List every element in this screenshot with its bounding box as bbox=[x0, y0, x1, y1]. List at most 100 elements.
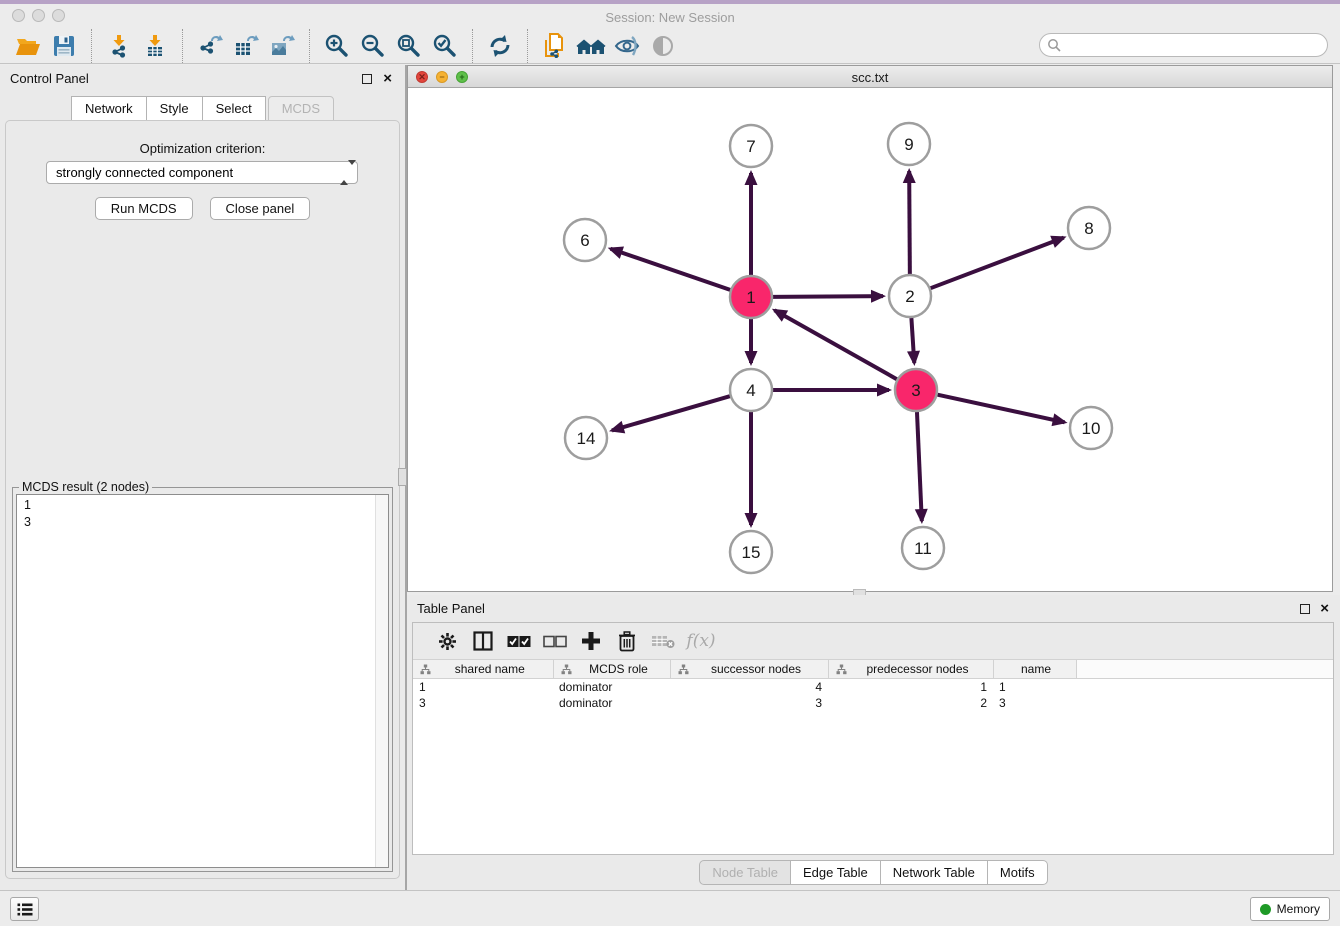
graph-node-10[interactable]: 10 bbox=[1070, 407, 1112, 449]
duplicate-network-button[interactable] bbox=[540, 31, 570, 61]
first-neighbors-button[interactable] bbox=[576, 31, 606, 61]
export-image-button[interactable] bbox=[267, 31, 297, 61]
show-graphics-details-button[interactable] bbox=[648, 31, 678, 61]
graph-edge-2-8[interactable] bbox=[931, 238, 1064, 289]
graph-edge-3-10[interactable] bbox=[937, 395, 1064, 423]
show-columns-button[interactable] bbox=[465, 626, 501, 656]
table-cell[interactable]: 1 bbox=[993, 679, 1076, 695]
table-cell[interactable]: 3 bbox=[413, 695, 553, 711]
delete-row-button[interactable] bbox=[609, 626, 645, 656]
column-header-shared-name[interactable]: shared name bbox=[413, 660, 553, 679]
hide-graphics-details-button[interactable] bbox=[612, 31, 642, 61]
graph-node-15[interactable]: 15 bbox=[730, 531, 772, 573]
svg-text:8: 8 bbox=[1084, 219, 1093, 238]
zoom-out-button[interactable] bbox=[358, 31, 388, 61]
graph-node-9[interactable]: 9 bbox=[888, 123, 930, 165]
table-cell[interactable]: dominator bbox=[553, 695, 670, 711]
titlebar[interactable]: Session: New Session bbox=[0, 4, 1340, 28]
column-header-mcds-role[interactable]: MCDS role bbox=[553, 660, 670, 679]
run-mcds-button[interactable]: Run MCDS bbox=[95, 197, 193, 220]
tab-node-table[interactable]: Node Table bbox=[699, 860, 791, 885]
graph-edge-4-14[interactable] bbox=[612, 396, 730, 430]
table-cell[interactable]: 2 bbox=[828, 695, 993, 711]
graph-edge-2-9[interactable] bbox=[909, 171, 910, 274]
close-panel-button[interactable]: Close panel bbox=[210, 197, 311, 220]
tab-network-table[interactable]: Network Table bbox=[881, 860, 988, 885]
window-title: Session: New Session bbox=[0, 10, 1340, 25]
graph-edge-1-6[interactable] bbox=[611, 249, 731, 290]
export-table-button[interactable] bbox=[231, 31, 261, 61]
graph-node-1[interactable]: 1 bbox=[730, 276, 772, 318]
table-cell[interactable]: 1 bbox=[413, 679, 553, 695]
graph-node-11[interactable]: 11 bbox=[902, 527, 944, 569]
table-cell[interactable]: 3 bbox=[670, 695, 828, 711]
graph-edge-3-11[interactable] bbox=[917, 412, 922, 521]
close-panel-icon[interactable]: × bbox=[383, 70, 392, 87]
graph-edge-1-2[interactable] bbox=[773, 296, 883, 297]
table-row[interactable]: 3dominator323 bbox=[413, 695, 1333, 711]
table-panel-tabs: Node Table Edge Table Network Table Moti… bbox=[407, 860, 1340, 885]
toolbar-separator bbox=[91, 29, 92, 63]
table-cell[interactable]: 3 bbox=[993, 695, 1076, 711]
graph-node-6[interactable]: 6 bbox=[564, 219, 606, 261]
table-cell[interactable]: 1 bbox=[828, 679, 993, 695]
export-network-button[interactable] bbox=[195, 31, 225, 61]
close-panel-icon[interactable]: × bbox=[1320, 600, 1329, 617]
table-panel-title: Table Panel bbox=[417, 601, 485, 616]
tab-select[interactable]: Select bbox=[203, 96, 266, 121]
mcds-result-box[interactable]: 1 3 bbox=[16, 494, 389, 868]
apply-layout-button[interactable] bbox=[485, 31, 515, 61]
column-header-predecessor-nodes[interactable]: predecessor nodes bbox=[828, 660, 993, 679]
open-file-button[interactable] bbox=[13, 31, 43, 61]
network-window-title: scc.txt bbox=[408, 70, 1332, 85]
float-panel-icon[interactable] bbox=[362, 74, 372, 84]
tab-style[interactable]: Style bbox=[147, 96, 203, 121]
tab-network[interactable]: Network bbox=[71, 96, 147, 121]
memory-button[interactable]: Memory bbox=[1250, 897, 1330, 921]
search-box[interactable] bbox=[1039, 33, 1328, 57]
zoom-fit-button[interactable] bbox=[394, 31, 424, 61]
mcds-buttons: Run MCDS Close panel bbox=[6, 197, 399, 220]
column-header-successor-nodes[interactable]: successor nodes bbox=[670, 660, 828, 679]
select-all-button[interactable] bbox=[501, 626, 537, 656]
float-panel-icon[interactable] bbox=[1300, 604, 1310, 614]
criterion-dropdown[interactable]: strongly connected component bbox=[46, 161, 358, 184]
graph-node-3[interactable]: 3 bbox=[895, 369, 937, 411]
table-cell[interactable]: 4 bbox=[670, 679, 828, 695]
header-filler bbox=[1076, 660, 1333, 679]
tab-edge-table[interactable]: Edge Table bbox=[791, 860, 881, 885]
graph-node-14[interactable]: 14 bbox=[565, 417, 607, 459]
splitter-handle[interactable] bbox=[398, 468, 407, 486]
task-history-button[interactable] bbox=[10, 897, 39, 921]
tab-motifs[interactable]: Motifs bbox=[988, 860, 1048, 885]
column-header-name[interactable]: name bbox=[993, 660, 1076, 679]
zoom-in-button[interactable] bbox=[322, 31, 352, 61]
apply-function-button[interactable]: f(x) bbox=[681, 626, 717, 656]
control-panel-title: Control Panel bbox=[10, 71, 89, 86]
import-table-button[interactable] bbox=[140, 31, 170, 61]
zoom-selected-button[interactable] bbox=[430, 31, 460, 61]
result-scrollbar[interactable] bbox=[375, 495, 388, 867]
table-row[interactable]: 1dominator411 bbox=[413, 679, 1333, 695]
table-cell[interactable]: dominator bbox=[553, 679, 670, 695]
graph-node-4[interactable]: 4 bbox=[730, 369, 772, 411]
graph-edge-2-3[interactable] bbox=[911, 318, 914, 363]
network-graph[interactable]: 7 9 6 8 1 2 4 3 14 10 15 11 bbox=[408, 88, 1332, 591]
delete-table-button[interactable] bbox=[645, 626, 681, 656]
graph-node-8[interactable]: 8 bbox=[1068, 207, 1110, 249]
add-row-button[interactable] bbox=[573, 626, 609, 656]
graph-node-2[interactable]: 2 bbox=[889, 275, 931, 317]
deselect-all-button[interactable] bbox=[537, 626, 573, 656]
graph-node-7[interactable]: 7 bbox=[730, 125, 772, 167]
mcds-result-line: 1 bbox=[24, 497, 381, 514]
network-window-titlebar[interactable]: ✕ − + scc.txt bbox=[408, 66, 1332, 88]
tab-mcds[interactable]: MCDS bbox=[268, 96, 334, 121]
memory-label: Memory bbox=[1277, 902, 1320, 916]
import-network-button[interactable] bbox=[104, 31, 134, 61]
search-input[interactable] bbox=[1066, 36, 1327, 54]
table-settings-button[interactable] bbox=[429, 626, 465, 656]
save-session-button[interactable] bbox=[49, 31, 79, 61]
graph-edge-3-1[interactable] bbox=[775, 310, 897, 379]
network-canvas[interactable]: 7 9 6 8 1 2 4 3 14 10 15 11 bbox=[408, 88, 1332, 591]
eye-slash-icon bbox=[613, 34, 641, 58]
